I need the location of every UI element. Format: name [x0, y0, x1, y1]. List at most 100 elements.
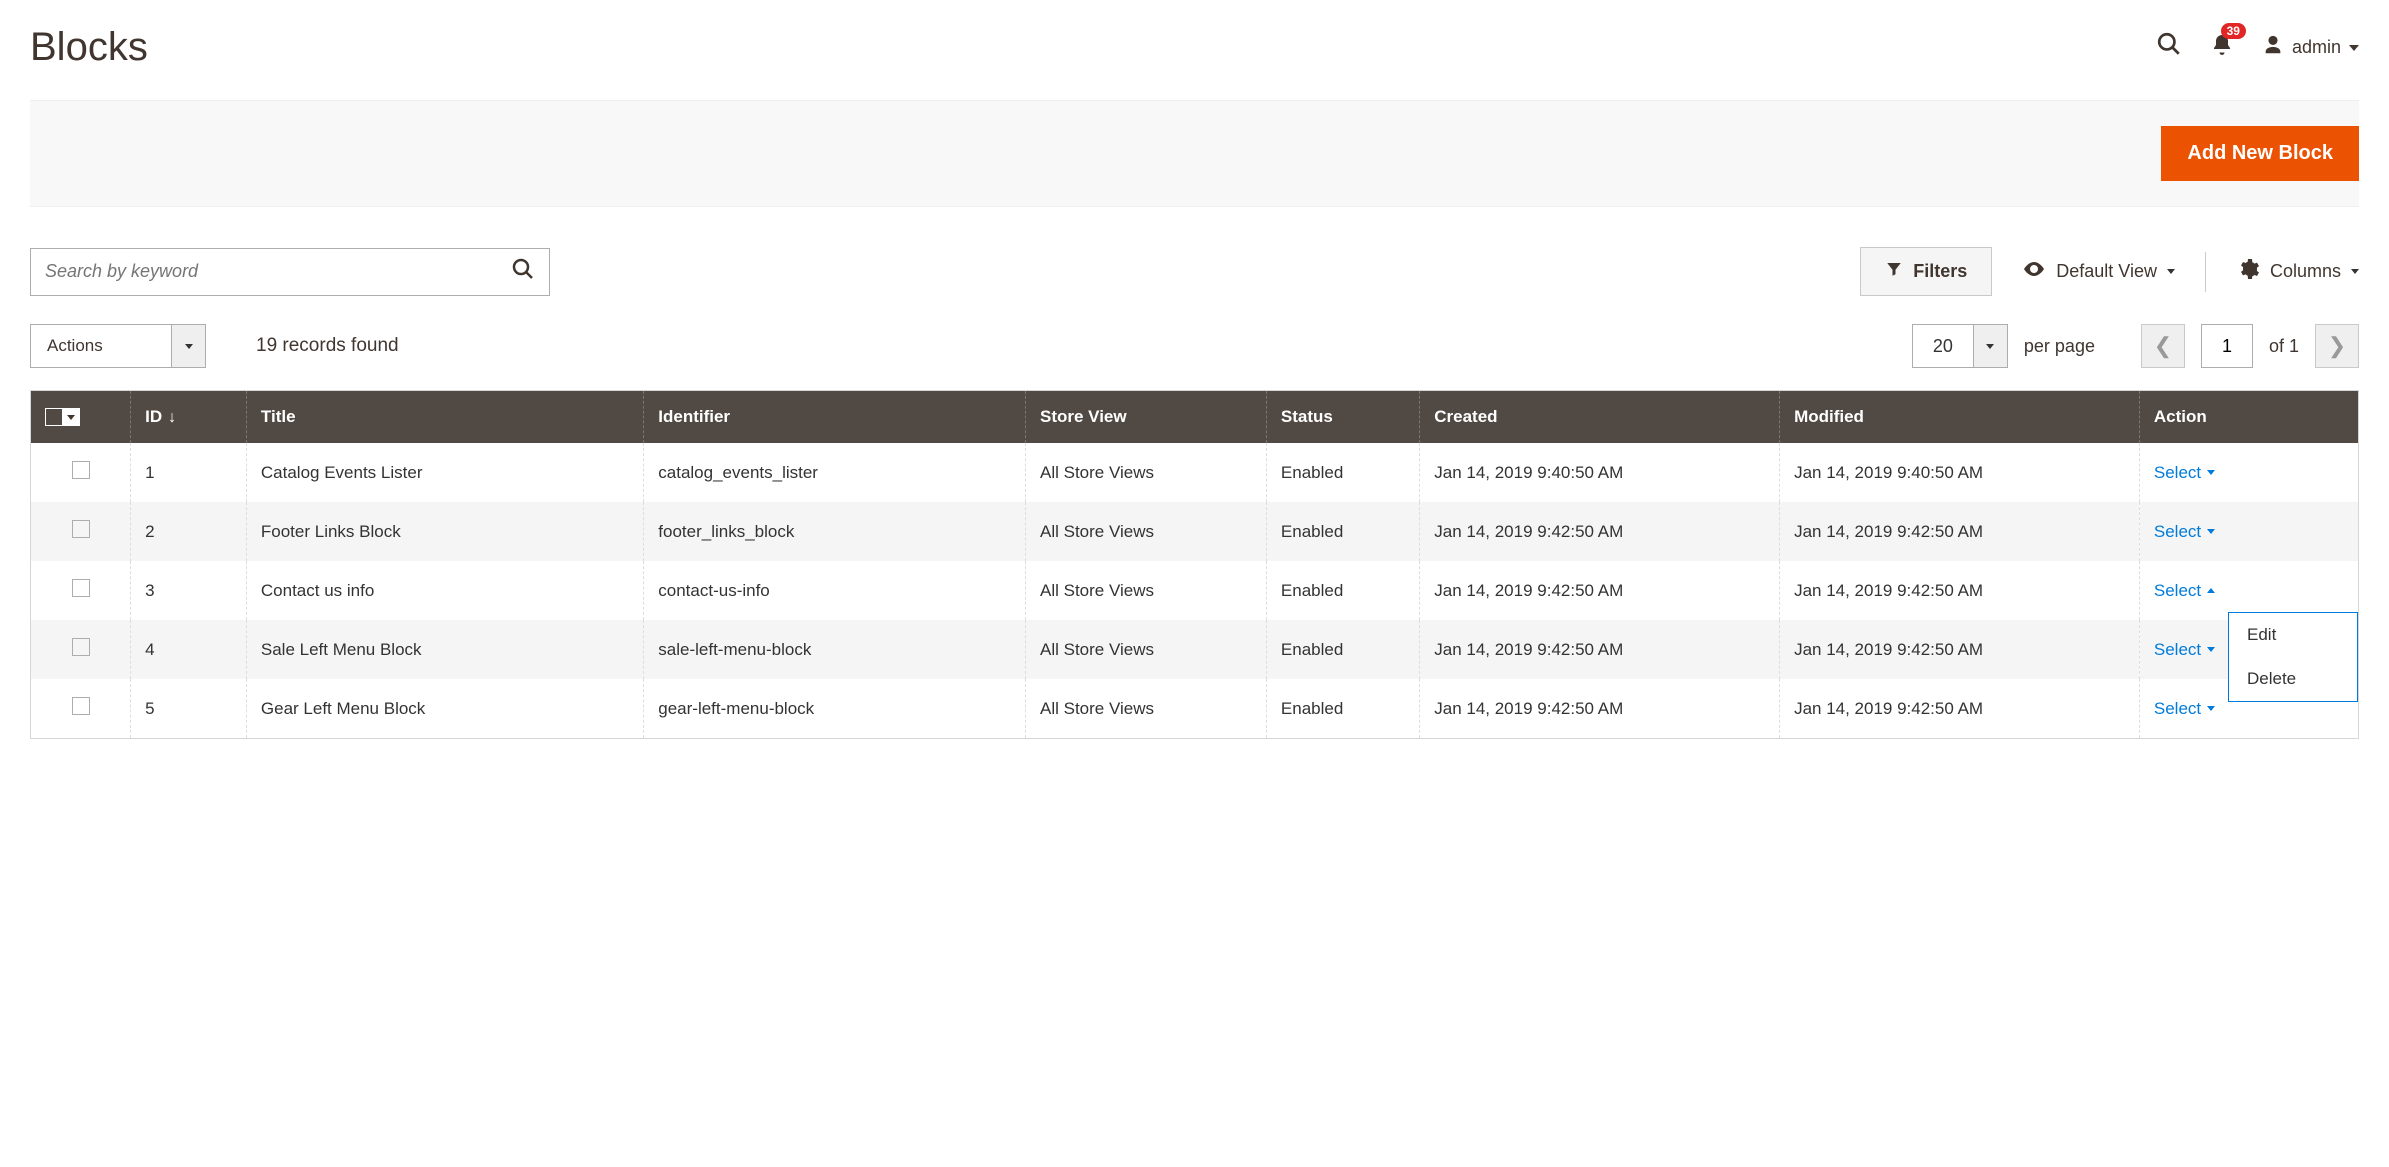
cell-id: 1	[131, 443, 247, 502]
columns-dropdown[interactable]: Columns	[2236, 257, 2359, 286]
page-title: Blocks	[30, 25, 148, 70]
next-page-button[interactable]: ❯	[2315, 324, 2359, 368]
row-checkbox[interactable]	[72, 697, 90, 715]
cell-store_view: All Store Views	[1026, 443, 1267, 502]
action-bar: Add New Block	[30, 100, 2359, 207]
action-menu-delete[interactable]: Delete	[2229, 657, 2357, 701]
action-menu-edit[interactable]: Edit	[2229, 613, 2357, 657]
page-size-caret[interactable]	[1973, 325, 2007, 367]
eye-icon	[2022, 257, 2046, 286]
page-size-value: 20	[1913, 325, 1973, 367]
column-header-id[interactable]: ID↓	[131, 391, 247, 444]
blocks-table: ID↓ Title Identifier Store View Status C…	[30, 390, 2359, 739]
cell-title: Footer Links Block	[246, 502, 643, 561]
divider	[2205, 252, 2206, 292]
filters-button[interactable]: Filters	[1860, 247, 1992, 296]
cell-store_view: All Store Views	[1026, 620, 1267, 679]
default-view-dropdown[interactable]: Default View	[2022, 257, 2175, 286]
select-all-caret[interactable]	[62, 408, 80, 426]
column-header-title[interactable]: Title	[246, 391, 643, 444]
cell-action: Select	[2139, 443, 2358, 502]
column-header-modified[interactable]: Modified	[1780, 391, 2140, 444]
notifications-button[interactable]: 39	[2210, 33, 2234, 62]
cell-id: 4	[131, 620, 247, 679]
cell-id: 2	[131, 502, 247, 561]
chevron-down-icon	[2349, 45, 2359, 51]
table-row[interactable]: 3Contact us infocontact-us-infoAll Store…	[31, 561, 2359, 620]
column-header-identifier[interactable]: Identifier	[644, 391, 1026, 444]
cell-created: Jan 14, 2019 9:42:50 AM	[1420, 679, 1780, 739]
actions-dropdown[interactable]: Actions	[30, 324, 206, 368]
default-view-label: Default View	[2056, 261, 2157, 282]
column-header-status[interactable]: Status	[1266, 391, 1419, 444]
cell-identifier: catalog_events_lister	[644, 443, 1026, 502]
search-icon[interactable]	[2156, 31, 2182, 64]
gear-icon	[2236, 257, 2260, 286]
cell-title: Gear Left Menu Block	[246, 679, 643, 739]
records-found-label: 19 records found	[256, 335, 399, 357]
search-input[interactable]	[31, 249, 497, 295]
select-action-link[interactable]: Select	[2154, 463, 2344, 483]
user-label: admin	[2292, 37, 2341, 58]
cell-identifier: gear-left-menu-block	[644, 679, 1026, 739]
cell-identifier: contact-us-info	[644, 561, 1026, 620]
select-action-link[interactable]: Select	[2154, 581, 2344, 601]
action-menu: EditDelete	[2228, 612, 2358, 702]
cell-title: Contact us info	[246, 561, 643, 620]
bell-icon	[2210, 44, 2234, 61]
cell-id: 5	[131, 679, 247, 739]
cell-modified: Jan 14, 2019 9:42:50 AM	[1780, 561, 2140, 620]
cell-created: Jan 14, 2019 9:40:50 AM	[1420, 443, 1780, 502]
row-checkbox[interactable]	[72, 638, 90, 656]
actions-caret[interactable]	[171, 325, 205, 367]
cell-store_view: All Store Views	[1026, 561, 1267, 620]
per-page-label: per page	[2024, 336, 2095, 357]
column-header-store-view[interactable]: Store View	[1026, 391, 1267, 444]
cell-modified: Jan 14, 2019 9:42:50 AM	[1780, 679, 2140, 739]
column-header-action[interactable]: Action	[2139, 391, 2358, 444]
chevron-down-icon	[67, 415, 75, 420]
search-submit-icon[interactable]	[497, 257, 549, 286]
table-row[interactable]: 1Catalog Events Listercatalog_events_lis…	[31, 443, 2359, 502]
chevron-down-icon	[2167, 269, 2175, 274]
user-menu[interactable]: admin	[2262, 34, 2359, 61]
select-action-link[interactable]: Select	[2154, 522, 2344, 542]
cell-action: Select	[2139, 502, 2358, 561]
page-size-dropdown[interactable]: 20	[1912, 324, 2008, 368]
table-row[interactable]: 4Sale Left Menu Blocksale-left-menu-bloc…	[31, 620, 2359, 679]
user-icon	[2262, 34, 2284, 61]
row-checkbox[interactable]	[72, 579, 90, 597]
cell-identifier: footer_links_block	[644, 502, 1026, 561]
of-pages-label: of 1	[2269, 336, 2299, 357]
row-checkbox[interactable]	[72, 461, 90, 479]
cell-created: Jan 14, 2019 9:42:50 AM	[1420, 502, 1780, 561]
cell-modified: Jan 14, 2019 9:42:50 AM	[1780, 502, 2140, 561]
chevron-down-icon	[2207, 529, 2215, 534]
prev-page-button[interactable]: ❮	[2141, 324, 2185, 368]
chevron-down-icon	[2351, 269, 2359, 274]
column-header-checkbox[interactable]	[31, 391, 131, 444]
cell-modified: Jan 14, 2019 9:40:50 AM	[1780, 443, 2140, 502]
notification-badge: 39	[2221, 23, 2246, 39]
cell-status: Enabled	[1266, 679, 1419, 739]
add-new-block-button[interactable]: Add New Block	[2161, 126, 2359, 181]
cell-id: 3	[131, 561, 247, 620]
cell-status: Enabled	[1266, 502, 1419, 561]
cell-identifier: sale-left-menu-block	[644, 620, 1026, 679]
page-input[interactable]	[2201, 324, 2253, 368]
table-row[interactable]: 5Gear Left Menu Blockgear-left-menu-bloc…	[31, 679, 2359, 739]
cell-title: Sale Left Menu Block	[246, 620, 643, 679]
column-header-created[interactable]: Created	[1420, 391, 1780, 444]
row-checkbox[interactable]	[72, 520, 90, 538]
table-row[interactable]: 2Footer Links Blockfooter_links_blockAll…	[31, 502, 2359, 561]
actions-label: Actions	[31, 325, 171, 367]
chevron-up-icon	[2207, 588, 2215, 593]
select-all-checkbox[interactable]	[45, 408, 63, 426]
chevron-down-icon	[2207, 706, 2215, 711]
search-box	[30, 248, 550, 296]
cell-status: Enabled	[1266, 620, 1419, 679]
cell-action: SelectEditDelete	[2139, 561, 2358, 620]
chevron-down-icon	[2207, 647, 2215, 652]
chevron-down-icon	[1986, 344, 1994, 349]
sort-arrow-icon: ↓	[168, 409, 176, 426]
